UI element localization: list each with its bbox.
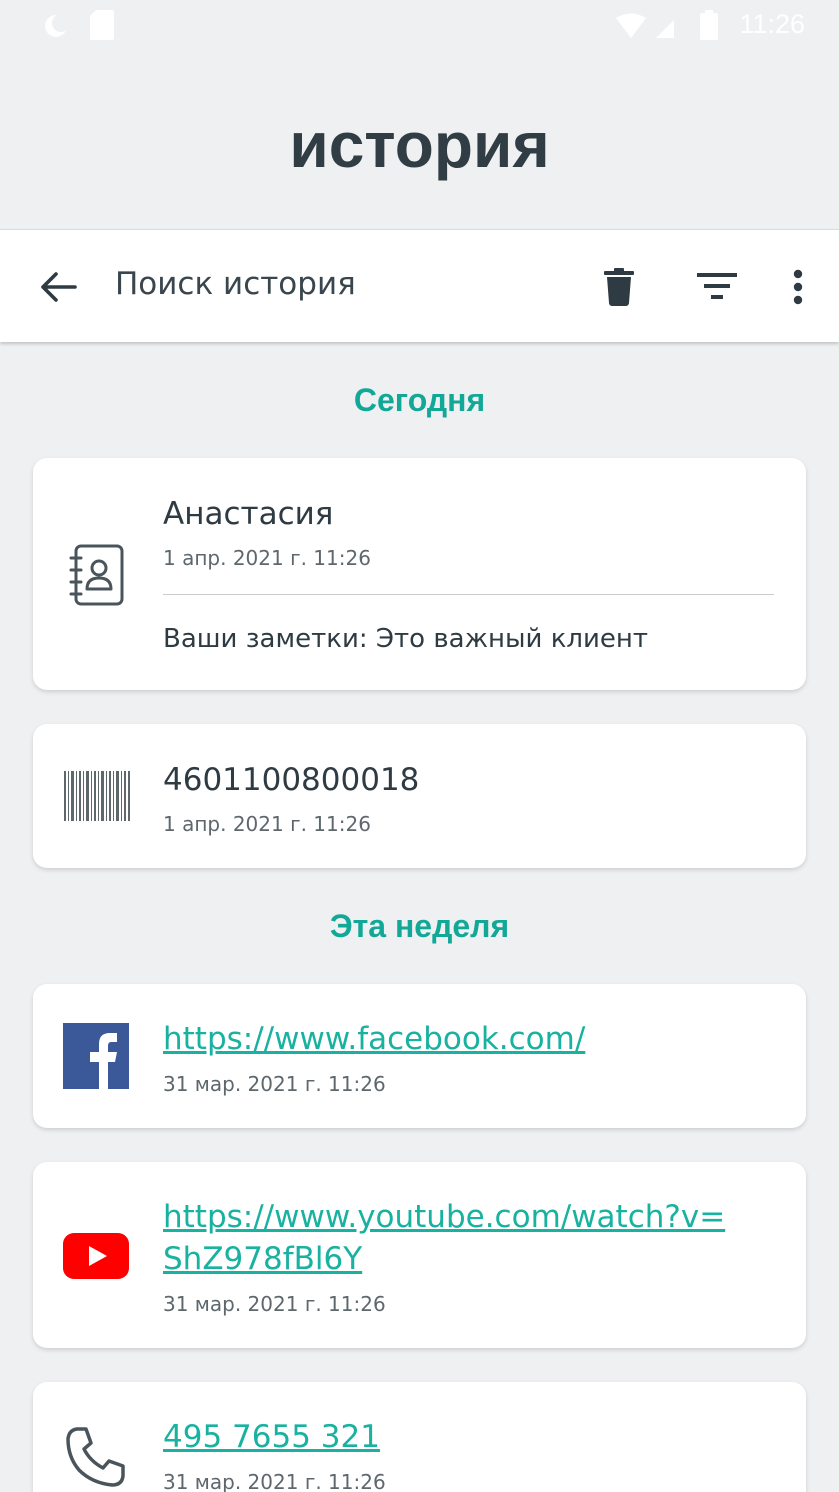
section-header-this-week: Эта неделя [329,908,510,944]
back-button[interactable] [30,230,86,343]
youtube-icon [63,1232,129,1280]
item-date: 31 мар. 2021 г. 11:26 [163,1072,386,1096]
arrow-left-icon [41,271,77,302]
facebook-icon [63,1023,129,1089]
more-vert-icon [793,269,803,304]
history-item-phone[interactable]: 495 7655 321 31 мар. 2021 г. 11:26 [33,1382,806,1492]
moon-icon [45,14,68,37]
item-link[interactable]: https://www.facebook.com/ [163,1018,585,1060]
battery-icon [700,10,718,40]
history-item-contact[interactable]: Анастасия 1 апр. 2021 г. 11:26 Ваши заме… [33,458,806,690]
divider [163,594,774,595]
filter-icon [697,272,737,299]
item-link-line-1[interactable]: https://www.youtube.com/watch?v= [163,1196,725,1238]
toolbar: Поиск история [0,229,839,342]
item-link-line-2[interactable]: ShZ978fBl6Y [163,1238,725,1280]
item-link[interactable]: https://www.youtube.com/watch?v= ShZ978f… [163,1196,725,1280]
search-label[interactable]: Поиск история [115,266,356,302]
status-bar: 11:26 [0,0,839,52]
section-header-today: Сегодня [353,382,486,418]
item-date: 31 мар. 2021 г. 11:26 [163,1292,386,1316]
history-item-barcode[interactable]: 4601100800018 1 апр. 2021 г. 11:26 [33,724,806,868]
item-date: 31 мар. 2021 г. 11:26 [163,1470,386,1492]
barcode-icon [63,768,131,824]
item-date: 1 апр. 2021 г. 11:26 [163,812,371,836]
item-title: Анастасия [163,496,334,532]
contact-book-icon [63,542,129,608]
trash-icon [604,267,634,306]
history-item-youtube[interactable]: https://www.youtube.com/watch?v= ShZ978f… [33,1162,806,1348]
status-time: 11:26 [739,9,805,39]
phone-icon [63,1424,129,1490]
page-title: история [289,109,550,181]
item-note: Ваши заметки: Это важный клиент [163,624,649,654]
item-date: 1 апр. 2021 г. 11:26 [163,546,371,570]
history-item-facebook[interactable]: https://www.facebook.com/ 31 мар. 2021 г… [33,984,806,1128]
item-title: 4601100800018 [163,762,420,798]
sd-card-icon [90,10,114,40]
delete-button[interactable] [594,230,644,343]
filter-button[interactable] [692,230,742,343]
more-options-button[interactable] [776,230,820,343]
wifi-signal-icon [616,13,674,38]
item-link[interactable]: 495 7655 321 [163,1416,380,1458]
